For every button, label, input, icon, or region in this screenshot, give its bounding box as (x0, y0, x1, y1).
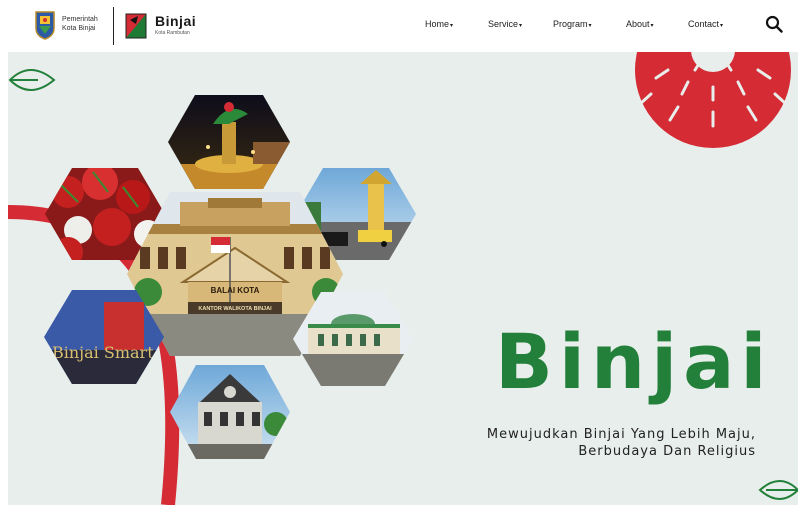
chevron-down-icon: ▾ (720, 23, 724, 29)
hero-tagline: Mewujudkan Binjai Yang Lebih Maju, Berbu… (487, 426, 756, 460)
photo-monument-night (168, 95, 290, 189)
leaf-icon (758, 480, 798, 500)
nav-service[interactable]: Service▾ (488, 19, 522, 29)
nav-about-label: About (626, 19, 650, 29)
binjai-smart-sign: Binjai Smart (52, 343, 154, 362)
kantor-walikota-sign: KANTOR WALIKOTA BINJAI (198, 306, 272, 312)
gov-line-1: Pemerintah (62, 16, 98, 23)
city-logo-icon[interactable] (124, 10, 150, 40)
government-emblem-icon[interactable] (34, 10, 56, 40)
balai-kota-sign: BALAI KOTA (211, 286, 260, 295)
site-header: Pemerintah Kota Binjai Binjai Kota Rambu… (0, 0, 798, 52)
tagline-line-1: Mewujudkan Binjai Yang Lebih Maju, (486, 427, 756, 442)
brand-name[interactable]: Binjai (155, 13, 196, 29)
nav-contact-label: Contact (688, 19, 720, 29)
leaf-icon (8, 69, 56, 91)
chevron-down-icon: ▾ (588, 23, 592, 29)
hero-banner: BALAI KOTA KANTOR WALIKOTA BINJAI Binjai… (8, 52, 798, 505)
nav-about[interactable]: About▾ (626, 19, 654, 29)
chevron-down-icon: ▾ (519, 23, 523, 29)
government-name: Pemerintah Kota Binjai (62, 15, 98, 33)
nav-home-label: Home (425, 19, 450, 29)
chevron-down-icon: ▾ (650, 23, 654, 29)
chevron-down-icon: ▾ (450, 23, 454, 29)
hero-title: Binjai (495, 317, 773, 406)
sun-icon (635, 52, 791, 148)
nav-program-label: Program (553, 19, 588, 29)
brand-tagline: Kota Rambutan (155, 30, 190, 36)
nav-service-label: Service (488, 19, 519, 29)
gov-line-2: Kota Binjai (62, 25, 96, 32)
tagline-line-2: Berbudaya Dan Religius (578, 444, 756, 459)
photo-heritage-building (170, 365, 290, 459)
nav-contact[interactable]: Contact▾ (688, 19, 723, 29)
nav-program[interactable]: Program▾ (553, 19, 592, 29)
header-divider (113, 7, 114, 45)
search-icon[interactable] (765, 15, 783, 33)
nav-home[interactable]: Home▾ (425, 19, 453, 29)
